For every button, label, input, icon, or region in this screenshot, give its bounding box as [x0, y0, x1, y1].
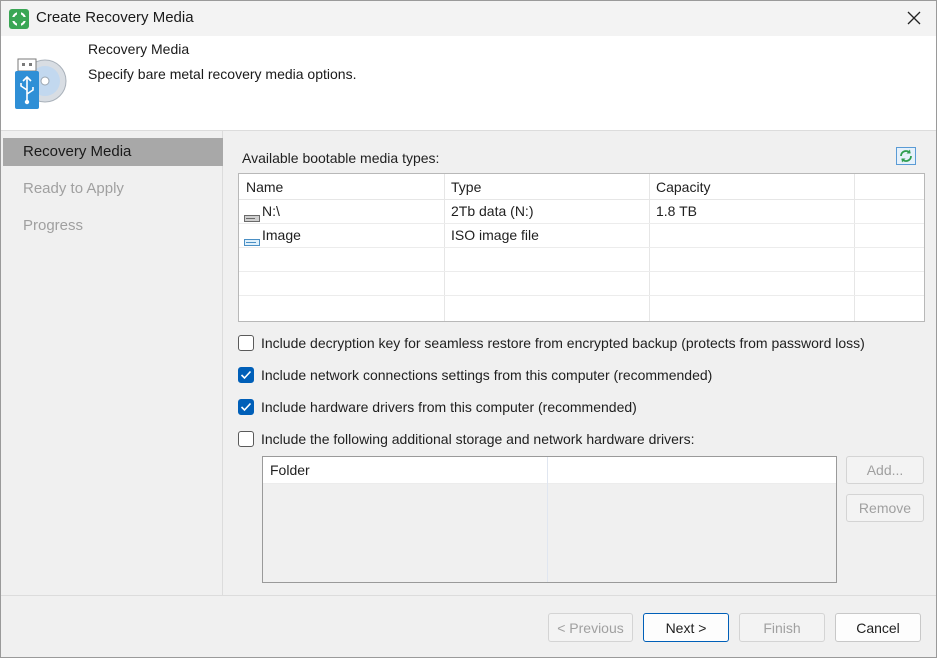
checkbox-label: Include hardware drivers from this compu… [261, 399, 637, 415]
checkmark-icon [240, 402, 252, 412]
nav-item-recovery-media[interactable]: Recovery Media [3, 138, 223, 166]
column-header-folder[interactable]: Folder [270, 462, 310, 478]
veeam-agent-icon [9, 9, 29, 29]
media-capacity: 1.8 TB [656, 203, 697, 219]
media-type: 2Tb data (N:) [451, 203, 534, 219]
media-types-label: Available bootable media types: [242, 150, 440, 166]
title-bar: Create Recovery Media [1, 1, 936, 36]
checkbox-label: Include network connections settings fro… [261, 367, 713, 383]
table-row[interactable]: Image ISO image file [239, 224, 924, 248]
include-network-settings-checkbox[interactable]: Include network connections settings fro… [238, 365, 712, 385]
finish-button[interactable]: Finish [739, 613, 825, 642]
checkmark-icon [240, 370, 252, 380]
remove-driver-button[interactable]: Remove [846, 494, 924, 522]
wizard-header: Recovery Media Specify bare metal recove… [1, 36, 936, 131]
usb-recovery-media-icon [13, 56, 69, 112]
media-table-header: Name Type Capacity [239, 174, 924, 200]
wizard-footer: < Previous Next > Finish Cancel [1, 595, 936, 657]
recovery-media-panel: Available bootable media types: Name Typ… [224, 131, 936, 595]
checkbox-box[interactable] [238, 335, 254, 351]
column-header-type[interactable]: Type [451, 179, 481, 195]
header-title: Recovery Media [88, 41, 190, 57]
column-divider [547, 457, 548, 582]
checkbox-box[interactable] [238, 399, 254, 415]
nav-item-ready-to-apply: Ready to Apply [23, 180, 124, 197]
include-decryption-key-checkbox[interactable]: Include decryption key for seamless rest… [238, 333, 865, 353]
create-recovery-media-window: Create Recovery Media Recovery Media Spe… [0, 0, 937, 658]
table-row-empty [239, 248, 924, 272]
column-header-name[interactable]: Name [246, 179, 283, 195]
checkbox-box[interactable] [238, 431, 254, 447]
table-row-empty [239, 272, 924, 296]
media-type: ISO image file [451, 227, 539, 243]
window-title: Create Recovery Media [36, 9, 194, 26]
wizard-steps-nav: Recovery Media Ready to Apply Progress [3, 131, 223, 595]
close-button[interactable] [898, 3, 930, 33]
next-button[interactable]: Next > [643, 613, 729, 642]
checkbox-label: Include the following additional storage… [261, 431, 695, 447]
drivers-folder-table[interactable]: Folder [262, 456, 837, 583]
checkbox-label: Include decryption key for seamless rest… [261, 335, 865, 351]
image-drive-icon [244, 233, 260, 246]
table-row[interactable]: N:\ 2Tb data (N:) 1.8 TB [239, 200, 924, 224]
cancel-button[interactable]: Cancel [835, 613, 921, 642]
media-types-table[interactable]: Name Type Capacity N:\ 2Tb data (N:) 1.8… [238, 173, 925, 322]
drive-icon [244, 209, 260, 222]
add-driver-button[interactable]: Add... [846, 456, 924, 484]
include-additional-drivers-checkbox[interactable]: Include the following additional storage… [238, 429, 694, 449]
nav-item-progress: Progress [23, 217, 84, 234]
refresh-icon[interactable] [896, 147, 916, 165]
folder-table-header: Folder [263, 457, 836, 484]
include-hardware-drivers-checkbox[interactable]: Include hardware drivers from this compu… [238, 397, 637, 417]
media-name: N:\ [262, 203, 280, 219]
column-header-capacity[interactable]: Capacity [656, 179, 710, 195]
header-subtitle: Specify bare metal recovery media option… [88, 66, 357, 82]
media-name: Image [262, 227, 301, 243]
checkbox-box[interactable] [238, 367, 254, 383]
previous-button[interactable]: < Previous [548, 613, 633, 642]
close-icon [907, 11, 921, 25]
